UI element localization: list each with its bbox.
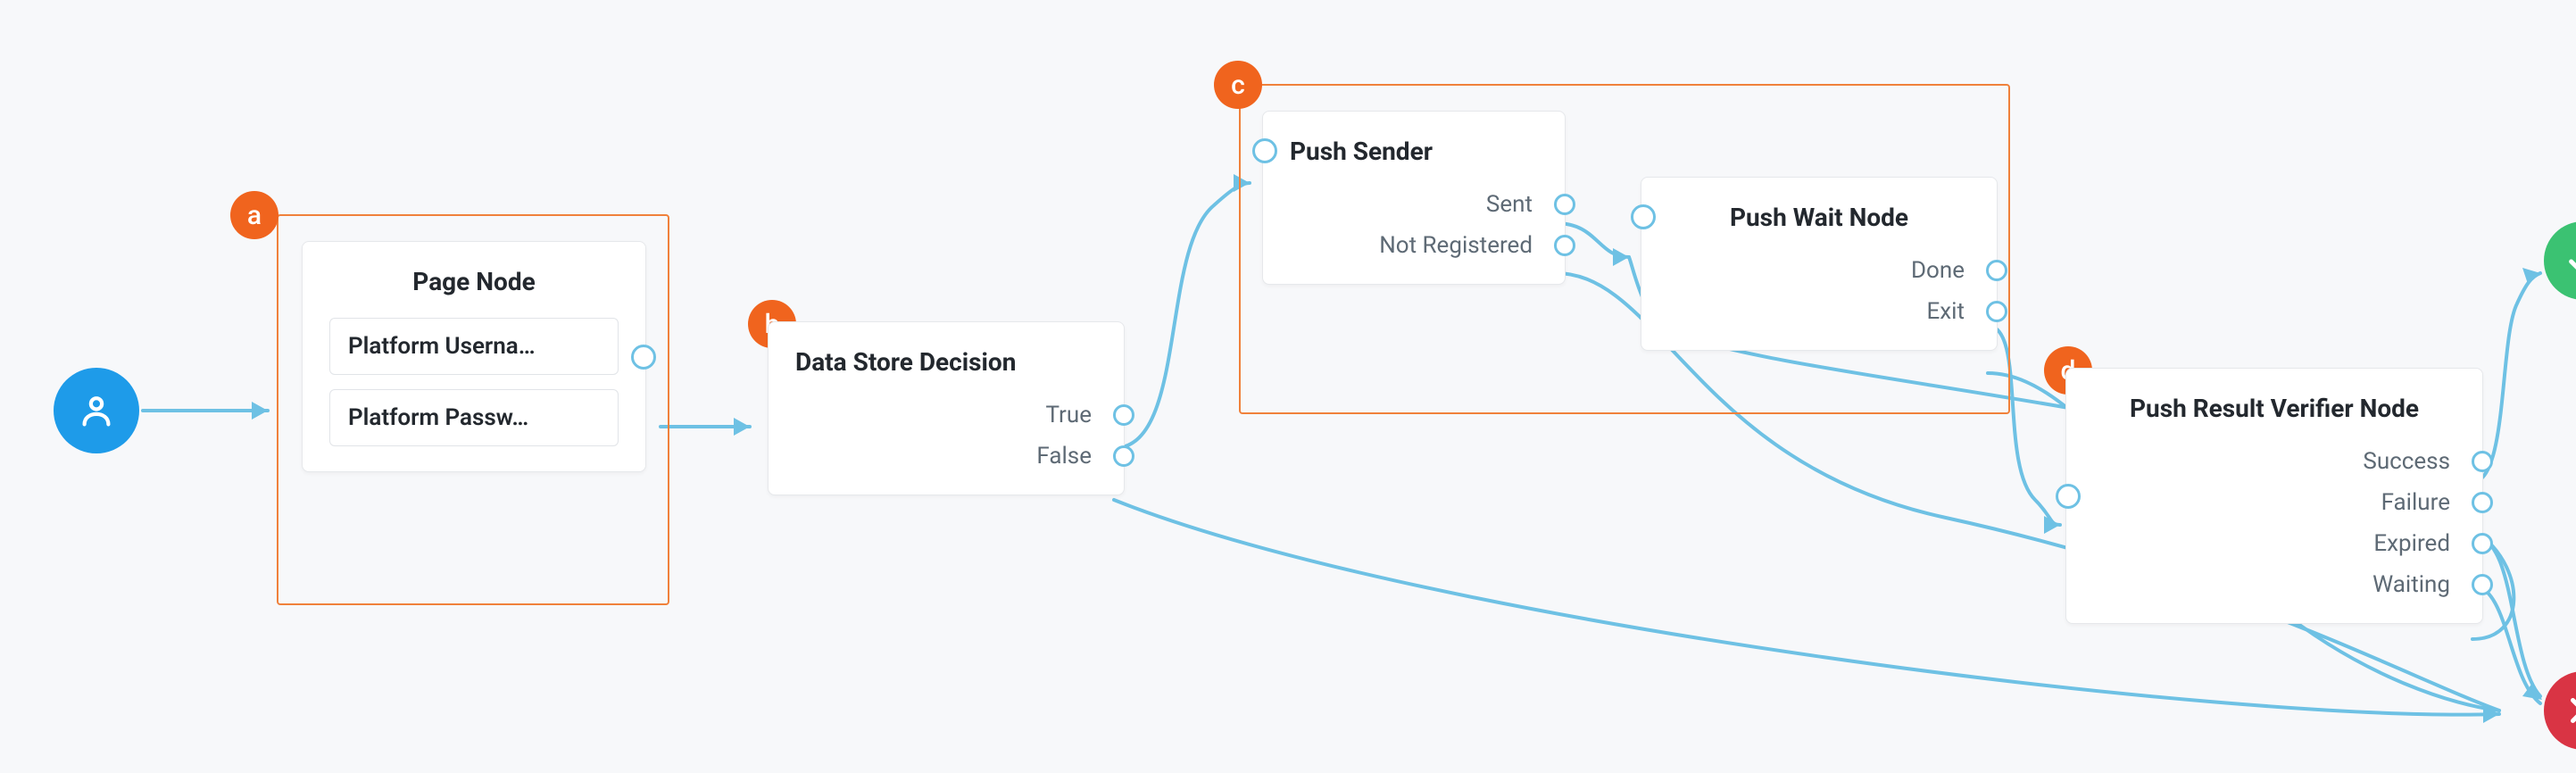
push-result-output-failure[interactable]: Failure bbox=[2066, 482, 2482, 523]
data-store-output-false[interactable]: False bbox=[769, 436, 1124, 477]
push-sender-input-port[interactable] bbox=[1252, 138, 1277, 163]
push-wait-input-port[interactable] bbox=[1631, 204, 1656, 229]
output-label-true: True bbox=[1046, 402, 1093, 428]
port-failure[interactable] bbox=[2472, 492, 2493, 513]
port-exit[interactable] bbox=[1986, 301, 2007, 322]
port-true[interactable] bbox=[1113, 404, 1134, 426]
push-result-output-success[interactable]: Success bbox=[2066, 441, 2482, 482]
port-sent[interactable] bbox=[1554, 194, 1575, 215]
page-node-output-port[interactable] bbox=[631, 345, 656, 370]
output-label-exit: Exit bbox=[1926, 298, 1965, 325]
data-store-title: Data Store Decision bbox=[769, 322, 1124, 389]
page-node-field-username[interactable]: Platform Userna… bbox=[329, 318, 619, 375]
cross-icon bbox=[2563, 690, 2576, 731]
success-node[interactable] bbox=[2544, 221, 2576, 300]
fail-node[interactable] bbox=[2544, 671, 2576, 750]
output-label-false: False bbox=[1036, 443, 1092, 470]
port-notreg[interactable] bbox=[1554, 235, 1575, 256]
arrow-start-to-pagenode bbox=[252, 402, 268, 420]
port-waiting[interactable] bbox=[2472, 574, 2493, 595]
check-icon bbox=[2563, 240, 2576, 281]
start-node[interactable] bbox=[54, 368, 139, 453]
port-done[interactable] bbox=[1986, 260, 2007, 281]
group-c-badge: c bbox=[1214, 61, 1262, 109]
group-c-label: c bbox=[1231, 70, 1245, 101]
push-result-output-expired[interactable]: Expired bbox=[2066, 523, 2482, 564]
group-a-label: a bbox=[247, 200, 262, 231]
push-sender-title: Push Sender bbox=[1263, 112, 1565, 179]
push-wait-title: Push Wait Node bbox=[1641, 178, 1997, 245]
port-false[interactable] bbox=[1113, 445, 1134, 467]
arrow-success-to-check bbox=[2522, 268, 2540, 284]
output-label-expired: Expired bbox=[2373, 530, 2450, 557]
page-node-title: Page Node bbox=[303, 242, 645, 309]
push-sender-output-sent[interactable]: Sent bbox=[1263, 184, 1565, 225]
push-result-output-waiting[interactable]: Waiting bbox=[2066, 564, 2482, 605]
push-wait-output-exit[interactable]: Exit bbox=[1641, 291, 1997, 332]
group-a-badge: a bbox=[230, 191, 278, 239]
push-result-node[interactable]: Push Result Verifier Node Success Failur… bbox=[2065, 368, 2483, 624]
push-sender-node[interactable]: Push Sender Sent Not Registered bbox=[1262, 111, 1566, 285]
arrow-pagenode-to-datastore bbox=[734, 418, 750, 436]
data-store-node[interactable]: Data Store Decision True False bbox=[768, 321, 1125, 495]
page-node[interactable]: Page Node Platform Userna… Platform Pass… bbox=[302, 241, 646, 472]
output-label-sent: Sent bbox=[1486, 191, 1533, 218]
flow-canvas: a Page Node Platform Userna… Platform Pa… bbox=[0, 0, 2576, 773]
output-label-waiting: Waiting bbox=[2372, 571, 2450, 598]
push-result-title: Push Result Verifier Node bbox=[2066, 369, 2482, 436]
arrow-failure-to-fail bbox=[2522, 682, 2542, 700]
edge-true-to-pushsender bbox=[1114, 183, 1250, 448]
output-label-notreg: Not Registered bbox=[1379, 232, 1533, 259]
arrow-false-to-fail bbox=[2483, 705, 2499, 723]
data-store-output-true[interactable]: True bbox=[769, 395, 1124, 436]
output-label-success: Success bbox=[2363, 448, 2450, 475]
push-sender-output-notreg[interactable]: Not Registered bbox=[1263, 225, 1565, 266]
port-success[interactable] bbox=[2472, 451, 2493, 472]
port-expired[interactable] bbox=[2472, 533, 2493, 554]
arrow-done-to-result bbox=[2044, 516, 2060, 534]
output-label-failure: Failure bbox=[2381, 489, 2450, 516]
output-label-done: Done bbox=[1911, 257, 1965, 284]
push-wait-output-done[interactable]: Done bbox=[1641, 250, 1997, 291]
user-icon bbox=[76, 390, 117, 431]
page-node-field-password[interactable]: Platform Passw… bbox=[329, 389, 619, 446]
push-wait-node[interactable]: Push Wait Node Done Exit bbox=[1641, 177, 1998, 351]
